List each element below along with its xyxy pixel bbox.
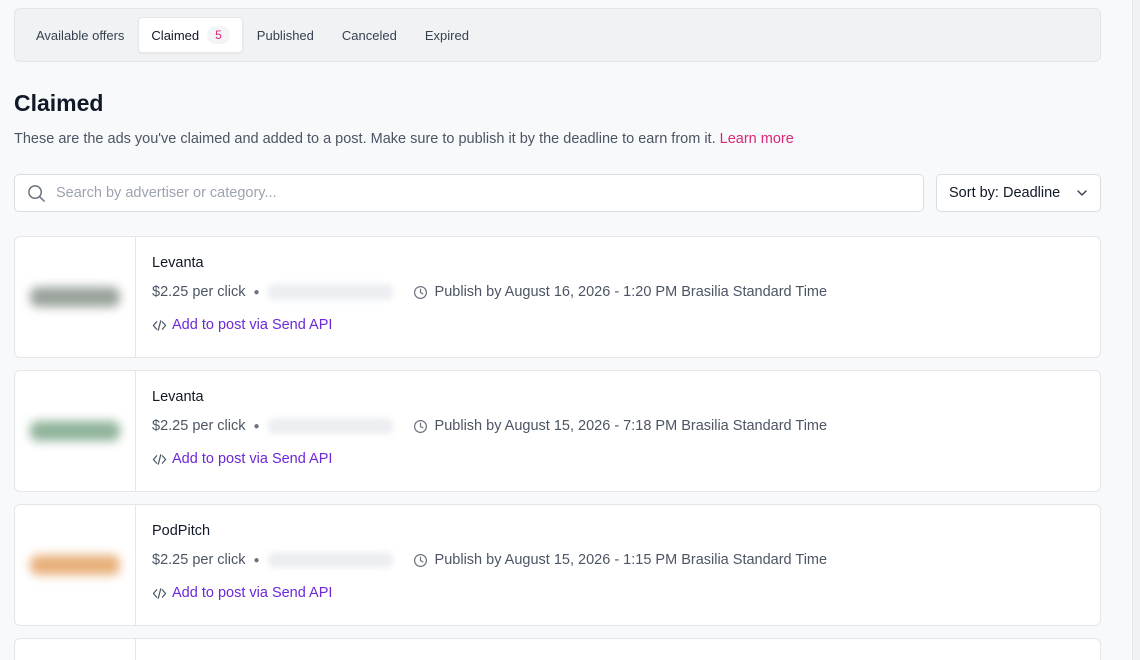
learn-more-link[interactable]: Learn more (720, 131, 794, 147)
advertiser-logo (15, 237, 136, 357)
advertiser-name: PodPitch (152, 523, 211, 539)
offer-rate: $2.25 per click (152, 552, 246, 568)
tab-available-offers[interactable]: Available offers (22, 17, 138, 53)
claimed-count-badge: 5 (207, 26, 230, 44)
offer-meta: $2.25 per click ● Publish by August 15, … (152, 552, 1084, 568)
separator-dot: ● (253, 286, 260, 298)
advertiser-name: Levanta (152, 255, 204, 271)
advertiser-logo (15, 371, 136, 491)
offer-card: Levanta $2.25 per click ● Publish by Aug… (14, 370, 1101, 492)
description-text: These are the ads you've claimed and add… (14, 131, 716, 147)
offer-details: PodPitch $2.25 per click ● Publish by Au… (136, 505, 1100, 625)
publish-deadline: Publish by August 16, 2026 - 1:20 PM Bra… (434, 284, 828, 300)
add-to-post-link[interactable]: Add to post via Send API (152, 451, 1084, 467)
advertiser-logo (15, 505, 136, 625)
separator-dot: ● (253, 420, 260, 432)
add-to-post-link[interactable]: Add to post via Send API (152, 585, 1084, 601)
tab-label: Published (256, 27, 314, 43)
offer-card (14, 638, 1101, 660)
advertiser-logo (15, 639, 136, 660)
blurred-info (267, 552, 393, 568)
offer-details: Levanta $2.25 per click ● Publish by Aug… (136, 237, 1100, 357)
tab-canceled[interactable]: Canceled (328, 17, 411, 53)
tab-expired[interactable]: Expired (411, 17, 483, 53)
code-icon (152, 453, 167, 465)
offer-card: Levanta $2.25 per click ● Publish by Aug… (14, 236, 1101, 358)
offer-tabs: Available offers Claimed 5 Published Can… (14, 8, 1101, 62)
separator-dot: ● (253, 554, 260, 566)
blurred-info (267, 418, 393, 434)
page-description: These are the ads you've claimed and add… (14, 131, 794, 147)
clock-icon (413, 419, 428, 434)
tab-label: Expired (424, 27, 469, 43)
blurred-info (267, 284, 393, 300)
action-label: Add to post via Send API (172, 317, 333, 333)
page-title: Claimed (14, 90, 104, 116)
clock-icon (413, 285, 428, 300)
offer-meta: $2.25 per click ● Publish by August 15, … (152, 418, 1084, 434)
tab-label: Canceled (341, 27, 397, 43)
blurred-logo (30, 287, 120, 307)
offer-rate: $2.25 per click (152, 284, 246, 300)
search-input[interactable] (56, 185, 896, 201)
search-icon (28, 184, 45, 202)
sort-label: Sort by: Deadline (949, 185, 1061, 201)
clock-icon (413, 553, 428, 568)
offer-rate: $2.25 per click (152, 418, 246, 434)
scrollbar[interactable] (1132, 0, 1140, 660)
search-box (14, 174, 924, 212)
chevron-down-icon (1077, 190, 1087, 196)
advertiser-name: Levanta (152, 389, 204, 405)
offer-details: Levanta $2.25 per click ● Publish by Aug… (136, 371, 1100, 491)
tab-claimed[interactable]: Claimed 5 (138, 17, 243, 53)
offer-details (136, 639, 1100, 660)
publish-deadline: Publish by August 15, 2026 - 7:18 PM Bra… (434, 418, 828, 434)
add-to-post-link[interactable]: Add to post via Send API (152, 317, 1084, 333)
action-label: Add to post via Send API (172, 451, 333, 467)
tab-published[interactable]: Published (243, 17, 328, 53)
offer-meta: $2.25 per click ● Publish by August 16, … (152, 284, 1084, 300)
sort-dropdown[interactable]: Sort by: Deadline (936, 174, 1101, 212)
publish-deadline: Publish by August 15, 2026 - 1:15 PM Bra… (434, 552, 828, 568)
code-icon (152, 587, 167, 599)
blurred-logo (30, 555, 120, 575)
offer-card: PodPitch $2.25 per click ● Publish by Au… (14, 504, 1101, 626)
action-label: Add to post via Send API (172, 585, 333, 601)
code-icon (152, 319, 167, 331)
page: Available offers Claimed 5 Published Can… (0, 0, 1140, 660)
tab-label: Available offers (36, 27, 125, 43)
blurred-logo (30, 421, 120, 441)
tab-label: Claimed (151, 27, 200, 43)
